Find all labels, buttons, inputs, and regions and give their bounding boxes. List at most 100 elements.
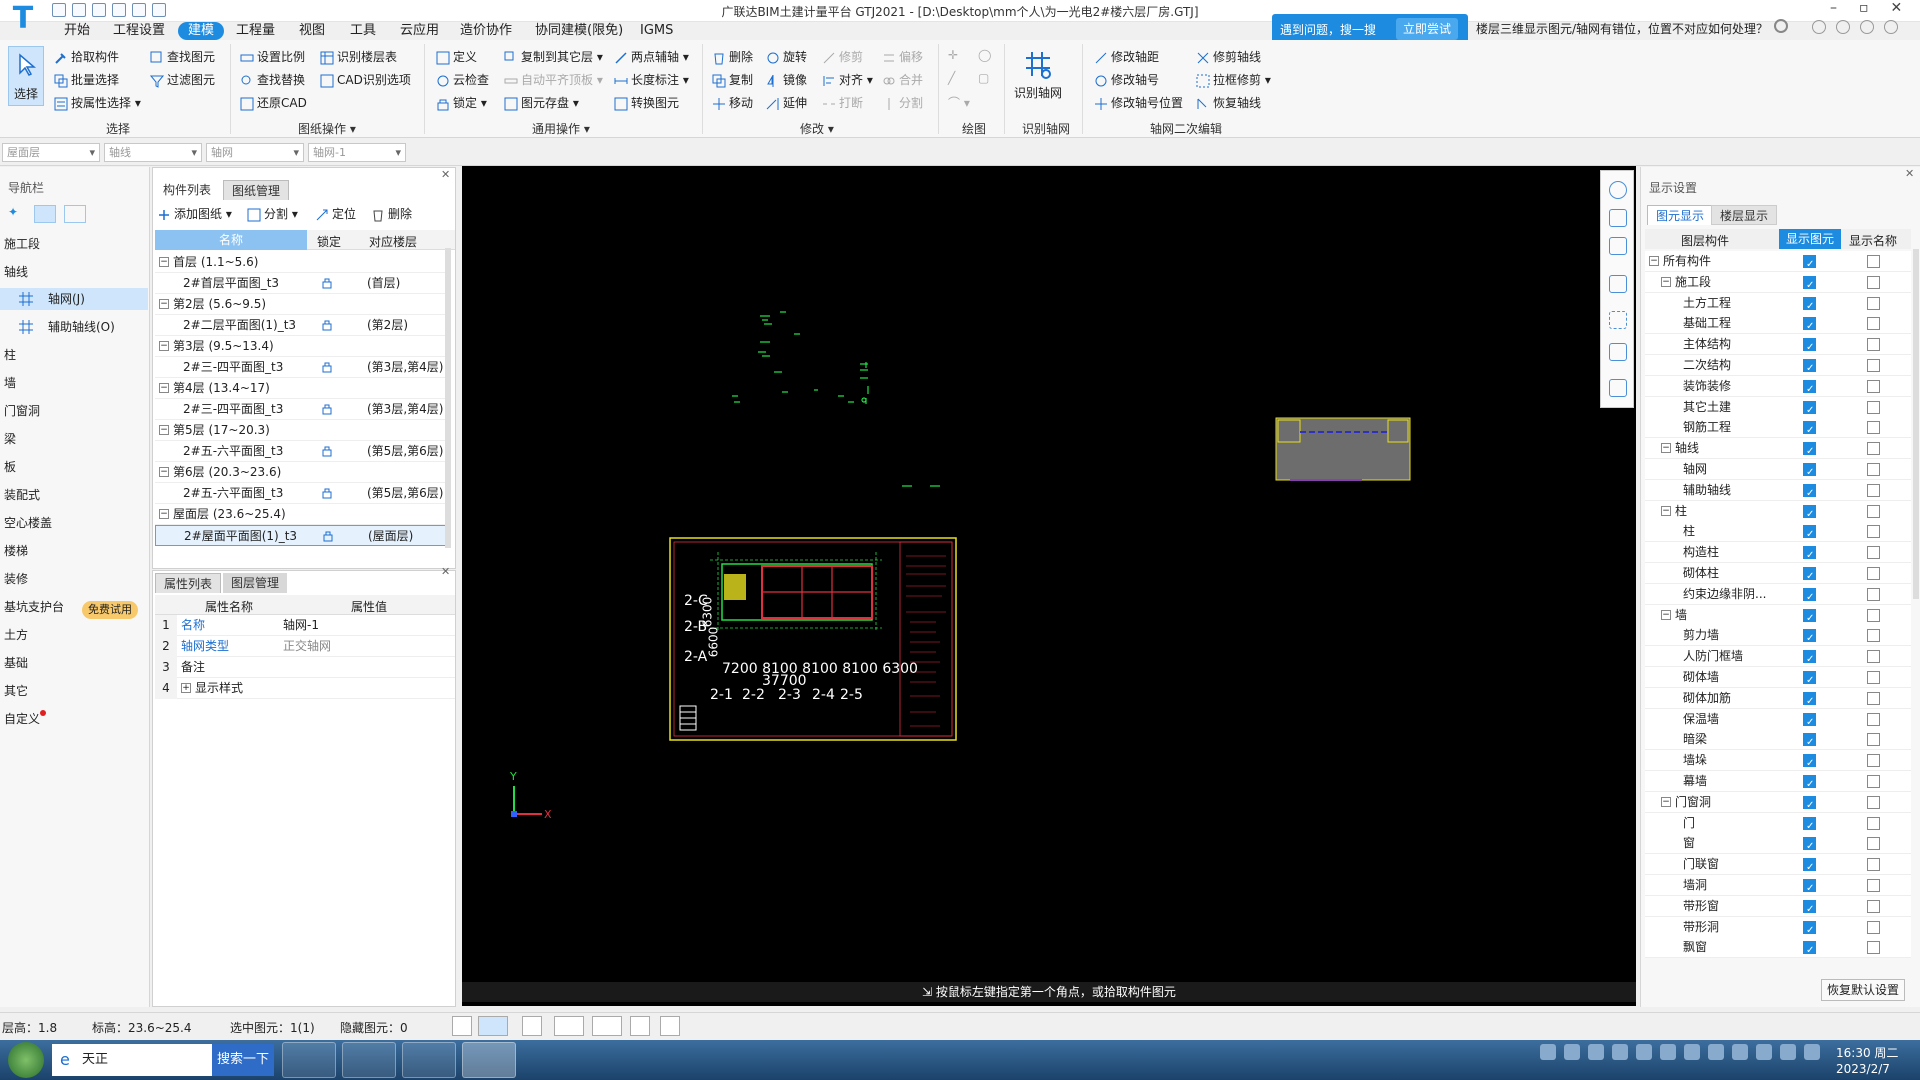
collapse-icon[interactable]: −: [1661, 443, 1671, 454]
view-2d-3d-icon[interactable]: [1609, 209, 1627, 227]
tab-component-list[interactable]: 构件列表: [155, 180, 219, 200]
draw-rect-button[interactable]: ▢: [978, 71, 989, 85]
expand-icon[interactable]: +: [181, 683, 191, 693]
nav-item-prefab[interactable]: 装配式: [0, 484, 148, 506]
redo-icon[interactable]: [132, 3, 146, 17]
display-row[interactable]: 带形洞: [1645, 916, 1911, 941]
show-name-checkbox[interactable]: [1867, 920, 1880, 934]
show-name-checkbox[interactable]: [1867, 400, 1880, 414]
identify-axis-button[interactable]: 识别轴网: [1010, 46, 1066, 106]
lock-button[interactable]: 锁定 ▾: [436, 94, 487, 111]
drawing-group-row[interactable]: − 第5层 (17~20.3): [155, 420, 451, 441]
show-element-checkbox[interactable]: [1803, 545, 1816, 566]
show-element-checkbox[interactable]: [1803, 587, 1816, 608]
gtj-app-icon[interactable]: [462, 1042, 516, 1078]
delete-drawing-button[interactable]: 删除: [371, 205, 412, 222]
collapse-icon[interactable]: −: [1661, 609, 1671, 620]
undo-icon[interactable]: [112, 3, 126, 17]
show-name-checkbox[interactable]: [1867, 775, 1880, 788]
volume-icon[interactable]: [1804, 1044, 1820, 1060]
display-row[interactable]: 辅助轴线: [1645, 479, 1911, 504]
lock-icon[interactable]: [322, 530, 334, 542]
display-row[interactable]: 基础工程: [1645, 313, 1911, 337]
tray-icon[interactable]: [1564, 1044, 1580, 1060]
display-row[interactable]: 约束边缘非阴...: [1645, 583, 1911, 608]
tray-icon[interactable]: [1588, 1044, 1604, 1060]
collapse-icon[interactable]: −: [159, 341, 169, 351]
show-element-checkbox[interactable]: [1803, 940, 1816, 961]
show-name-checkbox[interactable]: [1867, 733, 1880, 747]
merge-button[interactable]: 合并: [882, 71, 923, 88]
view-settings-icon[interactable]: [1609, 343, 1627, 361]
nav-item-construction-stage[interactable]: 施工段: [0, 233, 148, 255]
menu-cloud[interactable]: 云应用: [400, 22, 439, 40]
show-name-checkbox[interactable]: [1867, 795, 1880, 809]
display-row[interactable]: 其它土建: [1645, 396, 1911, 421]
show-name-checkbox[interactable]: [1867, 837, 1880, 851]
category-select[interactable]: 轴线: [104, 143, 202, 162]
draw-point-button[interactable]: ✛: [948, 48, 958, 62]
view-notes-icon[interactable]: [1609, 379, 1627, 397]
drawing-group-row[interactable]: − 屋面层 (23.6~25.4): [155, 504, 451, 525]
property-row[interactable]: 3 备注: [155, 657, 455, 678]
trim-button[interactable]: 修剪: [822, 48, 863, 65]
show-element-checkbox[interactable]: [1803, 316, 1816, 337]
menu-modeling[interactable]: 建模: [178, 22, 225, 40]
show-element-checkbox[interactable]: [1803, 441, 1816, 462]
split-button[interactable]: 分割: [882, 94, 923, 111]
tray-icon[interactable]: [1684, 1044, 1700, 1060]
show-name-checkbox[interactable]: [1867, 379, 1880, 393]
collapse-icon[interactable]: −: [159, 299, 169, 309]
show-name-checkbox[interactable]: [1867, 463, 1880, 476]
drawing-row[interactable]: 2#首层平面图_t3 (首层): [155, 273, 451, 294]
tab-drawing-management[interactable]: 图纸管理: [223, 180, 290, 200]
free-trial-badge[interactable]: 免费试用: [82, 601, 138, 619]
taskbar-search-input[interactable]: 天正: [52, 1044, 212, 1076]
length-annotation-button[interactable]: 长度标注 ▾: [614, 71, 689, 88]
show-name-checkbox[interactable]: [1867, 504, 1880, 518]
show-element-checkbox[interactable]: [1803, 400, 1816, 421]
show-name-checkbox[interactable]: [1867, 317, 1880, 331]
save-icon[interactable]: [92, 3, 106, 17]
show-element-checkbox[interactable]: [1803, 420, 1816, 441]
show-name-checkbox[interactable]: [1867, 296, 1880, 310]
show-element-checkbox[interactable]: [1803, 670, 1816, 691]
draw-circle-button[interactable]: ◯: [978, 48, 991, 62]
menu-quantity[interactable]: 工程量: [236, 22, 275, 40]
collapse-icon[interactable]: −: [159, 257, 169, 267]
drawing-group-row[interactable]: − 第6层 (20.3~23.6): [155, 462, 451, 483]
nav-item-aux-axis[interactable]: 辅助轴线(O): [0, 316, 148, 338]
ortho-toggle[interactable]: [452, 1016, 472, 1036]
menu-project-settings[interactable]: 工程设置: [113, 22, 165, 40]
component-select[interactable]: 轴网-1: [308, 143, 406, 162]
display-row[interactable]: 飘窗: [1645, 937, 1911, 961]
show-element-checkbox[interactable]: [1803, 691, 1816, 712]
clock-date[interactable]: 2023/2/7: [1836, 1062, 1890, 1076]
new-file-icon[interactable]: [52, 3, 66, 17]
select-button[interactable]: 选择: [8, 46, 44, 106]
drawing-row[interactable]: 2#五-六平面图_t3 (第5层,第6层): [155, 441, 451, 462]
type-select[interactable]: 轴网: [206, 143, 304, 162]
display-row[interactable]: 门: [1645, 812, 1911, 837]
auto-align-slab-button[interactable]: 自动平齐顶板 ▾: [504, 71, 603, 88]
cloud-icon[interactable]: [152, 3, 166, 17]
modify-axis-spacing-button[interactable]: 修改轴距: [1094, 48, 1159, 65]
lock-icon[interactable]: [321, 277, 333, 289]
display-row[interactable]: 装饰装修: [1645, 375, 1911, 400]
menu-igms[interactable]: IGMS: [640, 22, 673, 40]
display-row[interactable]: − 墙: [1645, 604, 1911, 629]
show-element-checkbox[interactable]: [1803, 836, 1816, 857]
tray-icon[interactable]: [1756, 1044, 1772, 1060]
move-button[interactable]: 移动: [712, 94, 753, 111]
display-row[interactable]: 二次结构: [1645, 355, 1911, 379]
show-name-checkbox[interactable]: [1867, 421, 1880, 435]
tray-icon[interactable]: [1612, 1044, 1628, 1060]
collapse-icon[interactable]: −: [1649, 256, 1659, 266]
snap-toggle[interactable]: [478, 1016, 508, 1036]
display-row[interactable]: 保温墙: [1645, 708, 1911, 733]
display-row[interactable]: 构造柱: [1645, 542, 1911, 566]
nav-item-slab[interactable]: 板: [0, 456, 148, 478]
view-3d-orbit-icon[interactable]: [1609, 181, 1627, 199]
show-name-checkbox[interactable]: [1867, 587, 1880, 601]
display-row[interactable]: 柱: [1645, 521, 1911, 545]
